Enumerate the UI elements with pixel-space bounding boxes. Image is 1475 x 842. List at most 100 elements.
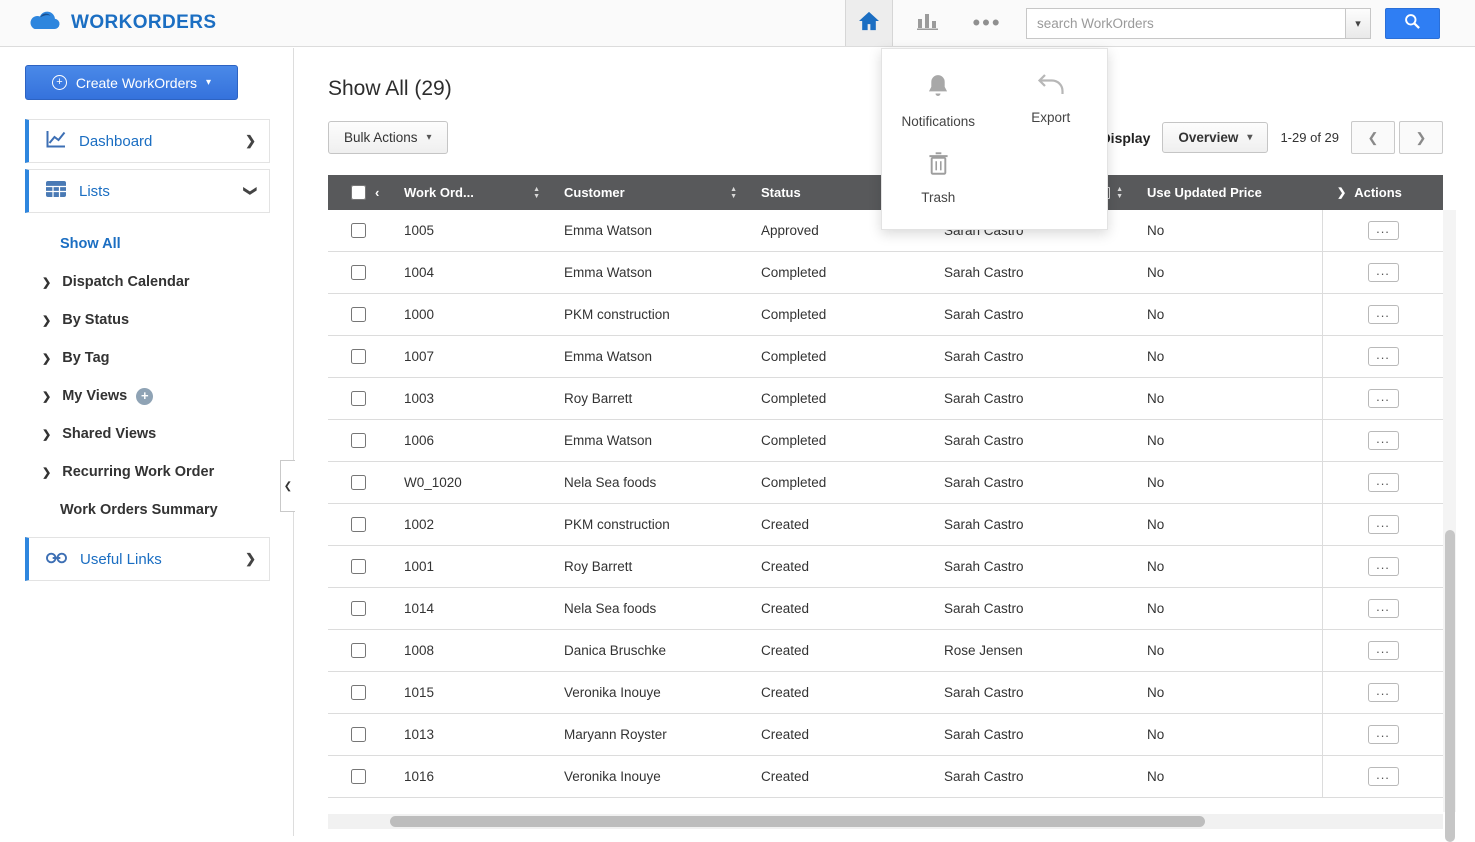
- row-checkbox[interactable]: [351, 433, 366, 448]
- sidebar-item-my-views[interactable]: ❯ My Views +: [0, 377, 293, 415]
- vertical-scrollbar-thumb[interactable]: [1445, 530, 1455, 842]
- row-checkbox[interactable]: [351, 559, 366, 574]
- select-all-checkbox[interactable]: [351, 185, 366, 200]
- menu-item-notifications[interactable]: Notifications: [882, 59, 995, 137]
- row-actions-button[interactable]: ...: [1368, 347, 1399, 366]
- customer-cell: Maryann Royster: [552, 714, 749, 755]
- sidebar-item-label: Lists: [79, 183, 110, 200]
- vertical-scrollbar: [1443, 210, 1456, 812]
- header-work-order[interactable]: Work Ord... ▲▼: [392, 175, 552, 210]
- row-checkbox[interactable]: [351, 475, 366, 490]
- customer-cell: Roy Barrett: [552, 378, 749, 419]
- create-workorders-label: Create WorkOrders: [76, 75, 197, 91]
- search-box: ▾: [1026, 8, 1371, 39]
- more-menu-button[interactable]: •••: [963, 0, 1011, 46]
- chevron-right-icon: ❯: [42, 428, 51, 441]
- chevron-left-icon: ❮: [1368, 130, 1379, 146]
- row-actions-button[interactable]: ...: [1368, 683, 1399, 702]
- workorder-id-cell: 1014: [392, 588, 552, 629]
- previous-page-button[interactable]: ❮: [1351, 121, 1395, 154]
- chevron-right-icon: ❯: [42, 466, 51, 479]
- sidebar-item-dispatch-calendar[interactable]: ❯ Dispatch Calendar: [0, 263, 293, 301]
- row-checkbox[interactable]: [351, 643, 366, 658]
- row-checkbox[interactable]: [351, 349, 366, 364]
- table-row: W0_1020 Nela Sea foods Completed Sarah C…: [328, 462, 1443, 504]
- menu-item-trash[interactable]: Trash: [882, 137, 995, 213]
- search-icon: [1404, 13, 1421, 33]
- horizontal-scrollbar: [328, 814, 1443, 829]
- reports-button[interactable]: [903, 0, 951, 46]
- workorder-id-cell: 1005: [392, 210, 552, 251]
- row-actions-button[interactable]: ...: [1368, 263, 1399, 282]
- header-actions[interactable]: ❯ Actions: [1322, 175, 1443, 210]
- customer-cell: Emma Watson: [552, 336, 749, 377]
- display-mode-dropdown[interactable]: Overview ▾: [1162, 122, 1268, 153]
- display-mode-value: Overview: [1178, 130, 1238, 145]
- sort-icon: ▲▼: [533, 186, 540, 200]
- row-select-cell: [328, 630, 392, 671]
- row-checkbox[interactable]: [351, 265, 366, 280]
- header-use-updated-price[interactable]: Use Updated Price: [1135, 175, 1322, 210]
- row-checkbox[interactable]: [351, 517, 366, 532]
- row-checkbox[interactable]: [351, 769, 366, 784]
- row-select-cell: [328, 252, 392, 293]
- sidebar-item-by-tag[interactable]: ❯ By Tag: [0, 339, 293, 377]
- row-checkbox[interactable]: [351, 307, 366, 322]
- use-updated-price-cell: No: [1135, 252, 1322, 293]
- row-actions-button[interactable]: ...: [1368, 725, 1399, 744]
- row-actions-cell: ...: [1322, 252, 1443, 293]
- table-grid-icon: [46, 181, 66, 201]
- row-actions-button[interactable]: ...: [1368, 431, 1399, 450]
- row-actions-button[interactable]: ...: [1368, 557, 1399, 576]
- table-row: 1001 Roy Barrett Created Sarah Castro No…: [328, 546, 1443, 588]
- table-row: 1006 Emma Watson Completed Sarah Castro …: [328, 420, 1443, 462]
- horizontal-scrollbar-thumb[interactable]: [390, 816, 1205, 827]
- row-checkbox[interactable]: [351, 391, 366, 406]
- row-checkbox[interactable]: [351, 601, 366, 616]
- workorder-id-cell: 1002: [392, 504, 552, 545]
- row-actions-cell: ...: [1322, 336, 1443, 377]
- row-actions-button[interactable]: ...: [1368, 767, 1399, 786]
- status-cell: Completed: [749, 462, 932, 503]
- sidebar-item-dashboard[interactable]: Dashboard ❯: [25, 119, 270, 163]
- search-button[interactable]: [1385, 8, 1440, 39]
- row-actions-button[interactable]: ...: [1368, 305, 1399, 324]
- bulk-actions-button[interactable]: Bulk Actions ▾: [328, 121, 448, 154]
- row-select-cell: [328, 504, 392, 545]
- menu-item-export[interactable]: Export: [995, 59, 1108, 137]
- row-checkbox[interactable]: [351, 727, 366, 742]
- add-view-button[interactable]: +: [136, 388, 153, 405]
- sidebar-item-recurring-work-order[interactable]: ❯ Recurring Work Order: [0, 453, 293, 491]
- workorder-id-cell: W0_1020: [392, 462, 552, 503]
- menu-item-label: Export: [1031, 110, 1070, 125]
- row-actions-button[interactable]: ...: [1368, 473, 1399, 492]
- row-actions-button[interactable]: ...: [1368, 389, 1399, 408]
- sidebar-item-by-status[interactable]: ❯ By Status: [0, 301, 293, 339]
- status-cell: Created: [749, 504, 932, 545]
- row-actions-button[interactable]: ...: [1368, 221, 1399, 240]
- sidebar-item-useful-links[interactable]: Useful Links ❯: [25, 537, 270, 581]
- create-workorders-button[interactable]: + Create WorkOrders ▾: [25, 65, 238, 100]
- row-actions-button[interactable]: ...: [1368, 515, 1399, 534]
- sidebar-item-shared-views[interactable]: ❯ Shared Views: [0, 415, 293, 453]
- sidebar-collapse-handle[interactable]: ❮: [280, 460, 295, 512]
- row-actions-button[interactable]: ...: [1368, 641, 1399, 660]
- chevron-down-icon: ❯: [243, 186, 259, 197]
- sidebar-item-work-orders-summary[interactable]: Work Orders Summary: [0, 491, 293, 529]
- plus-icon: +: [52, 75, 67, 90]
- row-checkbox[interactable]: [351, 223, 366, 238]
- sidebar-item-show-all[interactable]: Show All: [0, 225, 293, 263]
- search-scope-dropdown[interactable]: ▾: [1345, 8, 1371, 39]
- sidebar-item-lists[interactable]: Lists ❯: [25, 169, 270, 213]
- next-page-button[interactable]: ❯: [1399, 121, 1443, 154]
- sort-icon: ▲▼: [730, 186, 737, 200]
- home-button[interactable]: [845, 0, 893, 46]
- search-input[interactable]: [1026, 8, 1345, 39]
- header-customer[interactable]: Customer ▲▼: [552, 175, 749, 210]
- pagination-count: 1-29 of 29: [1280, 130, 1339, 145]
- collapse-columns-icon[interactable]: ‹: [375, 185, 379, 200]
- row-checkbox[interactable]: [351, 685, 366, 700]
- status-cell: Completed: [749, 420, 932, 461]
- row-actions-button[interactable]: ...: [1368, 599, 1399, 618]
- header-label: Actions: [1354, 185, 1402, 200]
